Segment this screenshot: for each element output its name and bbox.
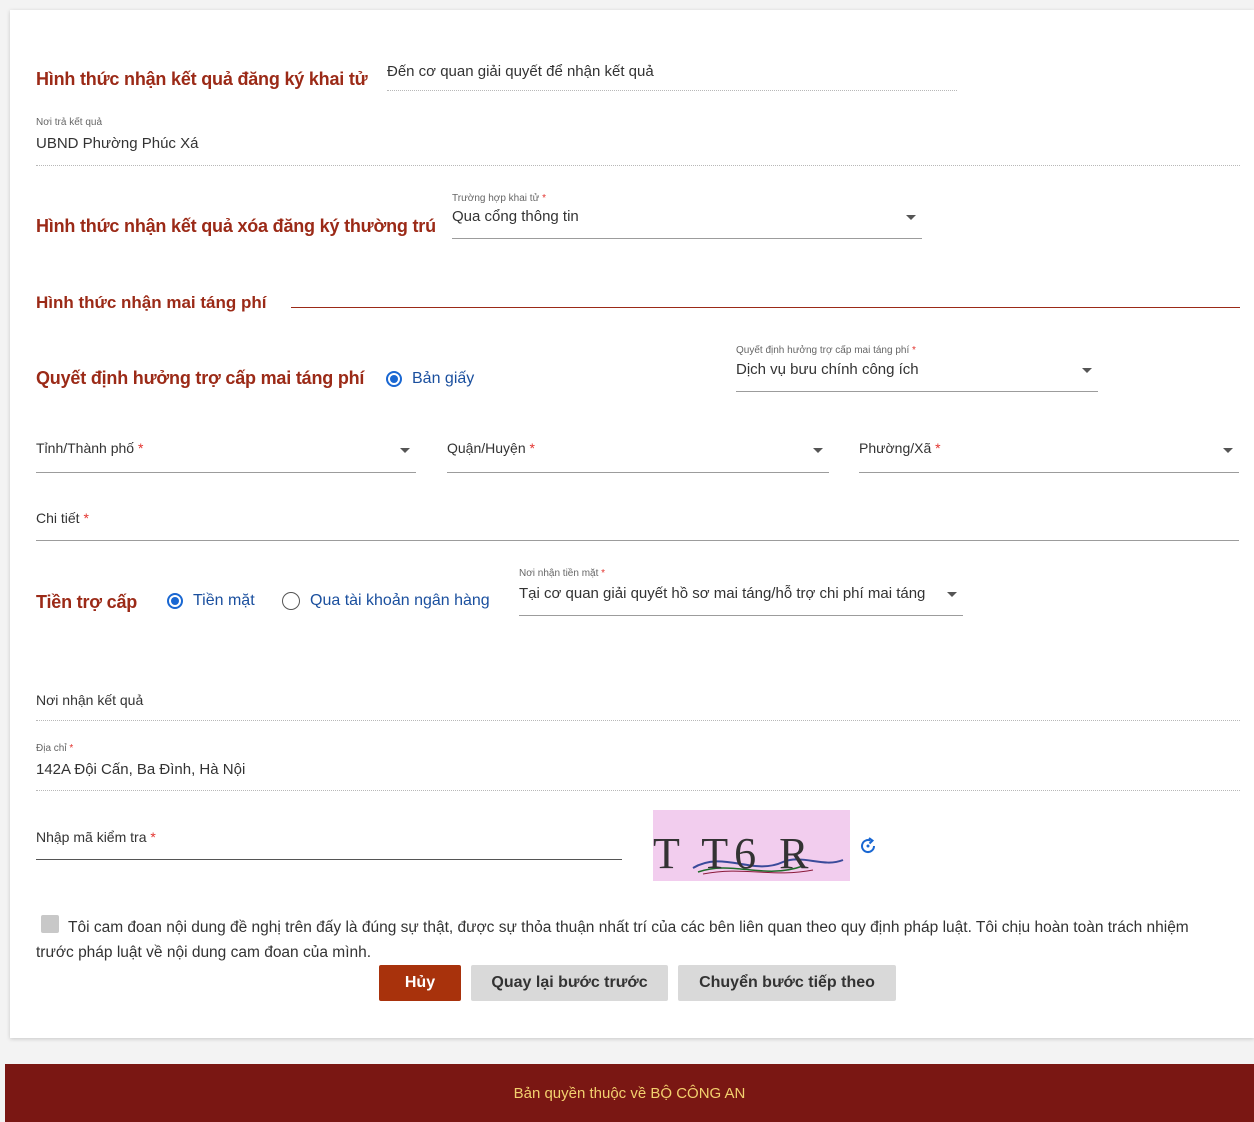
allowance-radio-cash[interactable]: Tiền mặt bbox=[167, 592, 255, 610]
caret-down-icon bbox=[813, 448, 823, 453]
caret-down-icon bbox=[1223, 448, 1233, 453]
radio-selected-icon bbox=[386, 371, 402, 387]
captcha-image: T T6 R bbox=[653, 810, 850, 881]
residence-select-label: Trường hợp khai tử * bbox=[452, 193, 546, 204]
caret-down-icon bbox=[1082, 368, 1092, 373]
receive-result-underline bbox=[36, 720, 1240, 721]
footer-copyright: Bản quyền thuộc về BỘ CÔNG AN bbox=[513, 1084, 746, 1102]
death-result-underline bbox=[387, 90, 957, 91]
residence-removal-select[interactable]: Qua cổng thông tin bbox=[452, 208, 922, 239]
decision-select-label: Quyết định hưởng trợ cấp mai táng phí * bbox=[736, 345, 916, 356]
district-label: Quận/Huyện * bbox=[447, 440, 535, 456]
captcha-label: Nhập mã kiểm tra * bbox=[36, 829, 156, 845]
captcha-text: T T6 R bbox=[653, 829, 815, 878]
decision-select[interactable]: Dịch vụ bưu chính công ích bbox=[736, 361, 1098, 392]
cancel-button[interactable]: Hủy bbox=[379, 965, 461, 1001]
return-place-value: UBND Phường Phúc Xá bbox=[36, 135, 199, 152]
return-place-underline bbox=[36, 165, 1240, 166]
funeral-fee-divider bbox=[291, 307, 1240, 308]
allowance-cash-label: Tiền mặt bbox=[193, 592, 255, 609]
district-select[interactable]: Quận/Huyện * bbox=[447, 440, 829, 473]
receive-result-label: Nơi nhận kết quả bbox=[36, 692, 144, 708]
detail-label: Chi tiết * bbox=[36, 510, 89, 526]
province-label: Tỉnh/Thành phố * bbox=[36, 440, 144, 456]
return-place-label: Nơi trả kết quả bbox=[36, 117, 103, 128]
address-value: 142A Đội Cấn, Ba Đình, Hà Nội bbox=[36, 761, 246, 778]
caret-down-icon bbox=[400, 448, 410, 453]
address-label: Địa chỉ * bbox=[36, 743, 74, 754]
allowance-bank-label: Qua tài khoản ngân hàng bbox=[310, 592, 490, 609]
refresh-icon[interactable] bbox=[858, 836, 878, 856]
back-button[interactable]: Quay lại bước trước bbox=[471, 965, 668, 1001]
province-select[interactable]: Tỉnh/Thành phố * bbox=[36, 440, 416, 473]
address-underline bbox=[36, 790, 1240, 791]
funeral-fee-title: Hình thức nhận mai táng phí bbox=[36, 293, 267, 312]
footer: Bản quyền thuộc về BỘ CÔNG AN bbox=[5, 1064, 1254, 1122]
form-card: Hình thức nhận kết quả đăng ký khai tử Đ… bbox=[10, 10, 1254, 1038]
death-result-title: Hình thức nhận kết quả đăng ký khai tử bbox=[36, 69, 368, 89]
decision-title: Quyết định hưởng trợ cấp mai táng phí bbox=[36, 368, 365, 388]
death-result-value: Đến cơ quan giải quyết để nhận kết quả bbox=[387, 63, 654, 80]
decision-radio-label: Bản giấy bbox=[412, 370, 475, 387]
commitment-text: Tôi cam đoan nội dung đề nghị trên đấy l… bbox=[36, 919, 1189, 961]
decision-select-value: Dịch vụ bưu chính công ích bbox=[736, 361, 919, 378]
caret-down-icon bbox=[947, 592, 957, 597]
residence-removal-title: Hình thức nhận kết quả xóa đăng ký thườn… bbox=[36, 216, 436, 236]
cash-place-select-label: Nơi nhận tiền mặt * bbox=[519, 568, 606, 579]
allowance-radio-bank[interactable]: Qua tài khoản ngân hàng bbox=[282, 592, 490, 610]
ward-label: Phường/Xã * bbox=[859, 440, 941, 456]
next-button[interactable]: Chuyển bước tiếp theo bbox=[678, 965, 896, 1001]
detail-input[interactable]: Chi tiết * bbox=[36, 510, 1239, 541]
allowance-title: Tiền trợ cấp bbox=[36, 592, 138, 612]
ward-select[interactable]: Phường/Xã * bbox=[859, 440, 1239, 473]
cash-place-value: Tại cơ quan giải quyết hồ sơ mai táng/hỗ… bbox=[519, 585, 926, 602]
captcha-input[interactable]: Nhập mã kiểm tra * bbox=[36, 829, 622, 860]
decision-radio-paper[interactable]: Bản giấy bbox=[386, 370, 474, 388]
residence-select-value: Qua cổng thông tin bbox=[452, 208, 579, 225]
radio-unselected-icon bbox=[282, 592, 300, 610]
cash-place-select[interactable]: Tại cơ quan giải quyết hồ sơ mai táng/hỗ… bbox=[519, 585, 963, 616]
radio-selected-icon bbox=[167, 593, 183, 609]
caret-down-icon bbox=[906, 215, 916, 220]
